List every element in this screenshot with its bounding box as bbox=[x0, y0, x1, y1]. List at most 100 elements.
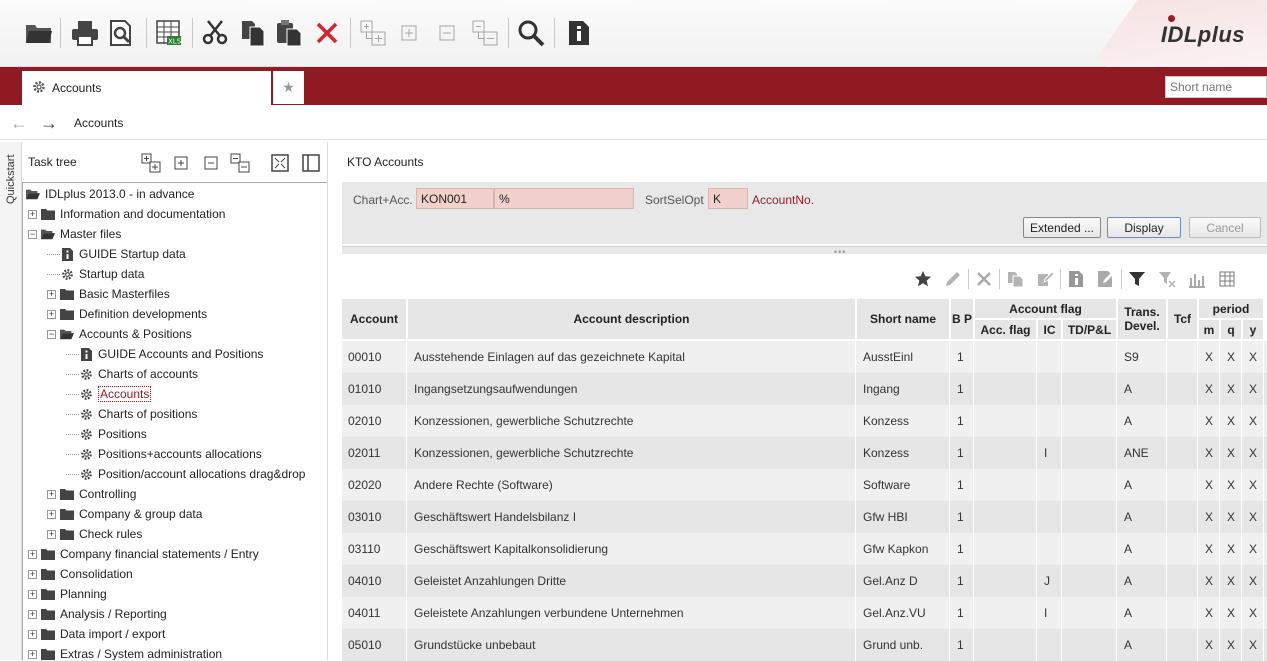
table-row[interactable]: 02011 Konzessionen, gewerbliche Schutzrec… bbox=[342, 437, 1267, 469]
tree-item[interactable]: Positions bbox=[66, 424, 147, 444]
tree-item[interactable]: + Analysis / Reporting bbox=[28, 604, 167, 624]
expand-icon[interactable]: + bbox=[28, 609, 37, 619]
expand-icon[interactable]: + bbox=[28, 549, 37, 559]
expand-icon[interactable] bbox=[170, 152, 192, 174]
panel-toggle-icon[interactable] bbox=[300, 152, 322, 174]
column-header-period[interactable]: period bbox=[1199, 299, 1263, 318]
tree-item[interactable]: Startup data bbox=[47, 264, 144, 284]
column-header-account-flag[interactable]: Account flag bbox=[975, 299, 1116, 318]
expand-all-icon[interactable] bbox=[140, 152, 162, 174]
tree-item[interactable]: Positions+accounts allocations bbox=[66, 444, 262, 464]
expand-icon[interactable]: + bbox=[47, 509, 56, 519]
collapse-icon[interactable] bbox=[430, 14, 464, 52]
table-row[interactable]: 03110 Geschäftswert Kapitalkonsolidierung… bbox=[342, 533, 1267, 565]
collapse-icon[interactable]: − bbox=[47, 329, 56, 339]
note-edit-icon[interactable] bbox=[1091, 266, 1121, 292]
column-header-ic[interactable]: IC bbox=[1038, 320, 1061, 339]
favorite-star-icon[interactable]: ★ bbox=[273, 71, 304, 104]
collapse-all-icon[interactable] bbox=[229, 152, 251, 174]
expand-icon[interactable]: + bbox=[28, 569, 37, 579]
info-icon[interactable] bbox=[1061, 266, 1091, 292]
tree-item[interactable]: + Company financial statements / Entry bbox=[28, 544, 259, 564]
quickstart-sidebar[interactable]: Quickstart bbox=[0, 142, 22, 660]
tree-item[interactable]: + Data import / export bbox=[28, 624, 165, 644]
tab-accounts[interactable]: Accounts bbox=[22, 71, 271, 105]
tree-item[interactable]: + Company & group data bbox=[47, 504, 202, 524]
edit-pencil-icon[interactable] bbox=[938, 266, 968, 292]
column-header-q[interactable]: q bbox=[1221, 320, 1241, 339]
column-header-description[interactable]: Account description bbox=[408, 299, 855, 339]
copy-icon[interactable] bbox=[236, 14, 270, 52]
tree-item[interactable]: + Planning bbox=[28, 584, 107, 604]
table-row[interactable]: 00010 Ausstehende Einlagen auf das gezeic… bbox=[342, 341, 1267, 373]
tree-item[interactable]: IDLplus 2013.0 - in advance bbox=[26, 184, 194, 204]
tree-item[interactable]: + Basic Masterfiles bbox=[47, 284, 170, 304]
chart-icon[interactable] bbox=[1182, 266, 1212, 292]
column-header-acc-flag[interactable]: Acc. flag bbox=[975, 320, 1036, 339]
display-button[interactable]: Display bbox=[1107, 217, 1181, 238]
splitter-handle[interactable] bbox=[342, 246, 1267, 254]
filter-icon[interactable] bbox=[1122, 266, 1152, 292]
expand-icon[interactable]: + bbox=[47, 309, 56, 319]
tree-item[interactable]: + Controlling bbox=[47, 484, 136, 504]
table-row[interactable]: 01010 Ingangsetzungsaufwendungen Ingang 1 A X… bbox=[342, 373, 1267, 405]
print-preview-icon[interactable] bbox=[104, 14, 138, 52]
collapse-icon[interactable]: − bbox=[28, 229, 37, 239]
forward-arrow-icon[interactable]: → bbox=[40, 113, 58, 134]
tree-item[interactable]: + Extras / System administration bbox=[28, 644, 222, 660]
edit-record-icon[interactable] bbox=[1030, 266, 1060, 292]
tree-item[interactable]: Charts of positions bbox=[66, 404, 197, 424]
print-icon[interactable] bbox=[68, 14, 102, 52]
cancel-button[interactable]: Cancel bbox=[1189, 217, 1261, 238]
collapse-icon[interactable] bbox=[200, 152, 222, 174]
column-header-y[interactable]: y bbox=[1243, 320, 1263, 339]
tree-item[interactable]: + Check rules bbox=[47, 524, 142, 544]
clear-filter-icon[interactable] bbox=[1152, 266, 1182, 292]
cut-icon[interactable] bbox=[198, 14, 232, 52]
column-header-m[interactable]: m bbox=[1199, 320, 1219, 339]
copy-record-icon[interactable] bbox=[1000, 266, 1030, 292]
tree-item[interactable]: − Accounts & Positions bbox=[47, 324, 192, 344]
table-row[interactable]: 04011 Geleistete Anzahlungen verbundene U… bbox=[342, 597, 1267, 629]
open-folder-icon[interactable] bbox=[22, 14, 56, 52]
expand-icon[interactable] bbox=[392, 14, 426, 52]
delete-icon[interactable] bbox=[310, 14, 344, 52]
column-header-tcf[interactable]: Tcf bbox=[1168, 299, 1197, 339]
tree-item[interactable]: Charts of accounts bbox=[66, 364, 198, 384]
expand-icon[interactable]: + bbox=[47, 489, 56, 499]
sortsel-field[interactable]: K bbox=[708, 188, 748, 209]
expand-icon[interactable]: + bbox=[47, 289, 56, 299]
delete-icon[interactable] bbox=[969, 266, 999, 292]
chart-field[interactable]: KON001 bbox=[416, 188, 494, 209]
extended-button[interactable]: Extended ... bbox=[1023, 217, 1101, 238]
tree-item[interactable]: + Definition developments bbox=[47, 304, 207, 324]
paste-icon[interactable] bbox=[272, 14, 306, 52]
tree-item[interactable]: − Master files bbox=[28, 224, 121, 244]
favorite-star-icon[interactable] bbox=[908, 266, 938, 292]
columns-grid-icon[interactable] bbox=[1212, 266, 1242, 292]
tree-item[interactable]: + Consolidation bbox=[28, 564, 133, 584]
tree-item[interactable]: GUIDE Accounts and Positions bbox=[66, 344, 263, 364]
expand-icon[interactable]: + bbox=[28, 209, 37, 219]
column-header-short-name[interactable]: Short name bbox=[857, 299, 949, 339]
expand-icon[interactable]: + bbox=[28, 649, 37, 659]
expand-icon[interactable]: + bbox=[47, 529, 56, 539]
back-arrow-icon[interactable]: ← bbox=[10, 113, 28, 134]
maximize-icon[interactable] bbox=[269, 152, 291, 174]
tree-item[interactable]: GUIDE Startup data bbox=[47, 244, 186, 264]
tree-item[interactable]: Accounts bbox=[66, 384, 152, 404]
column-header-trans-devel[interactable]: Trans. Devel. bbox=[1118, 299, 1166, 339]
table-row[interactable]: 03010 Geschäftswert Handelsbilanz I Gfw HB… bbox=[342, 501, 1267, 533]
search-icon[interactable] bbox=[514, 14, 548, 52]
tree-item[interactable]: Position/account allocations drag&drop bbox=[66, 464, 305, 484]
collapse-all-icon[interactable] bbox=[468, 14, 502, 52]
info-icon[interactable] bbox=[562, 14, 596, 52]
expand-icon[interactable]: + bbox=[28, 629, 37, 639]
table-row[interactable]: 02010 Konzessionen, gewerbliche Schutzrec… bbox=[342, 405, 1267, 437]
tree-item[interactable]: + Information and documentation bbox=[28, 204, 225, 224]
table-row[interactable]: 05010 Grundstücke unbebaut Grund unb. 1 A X X X bbox=[342, 629, 1267, 661]
column-header-tdpl[interactable]: TD/P&L bbox=[1063, 320, 1116, 339]
expand-all-icon[interactable] bbox=[356, 14, 390, 52]
account-field[interactable]: % bbox=[494, 188, 634, 209]
table-row[interactable]: 04010 Geleistet Anzahlungen Dritte Gel.Anz… bbox=[342, 565, 1267, 597]
